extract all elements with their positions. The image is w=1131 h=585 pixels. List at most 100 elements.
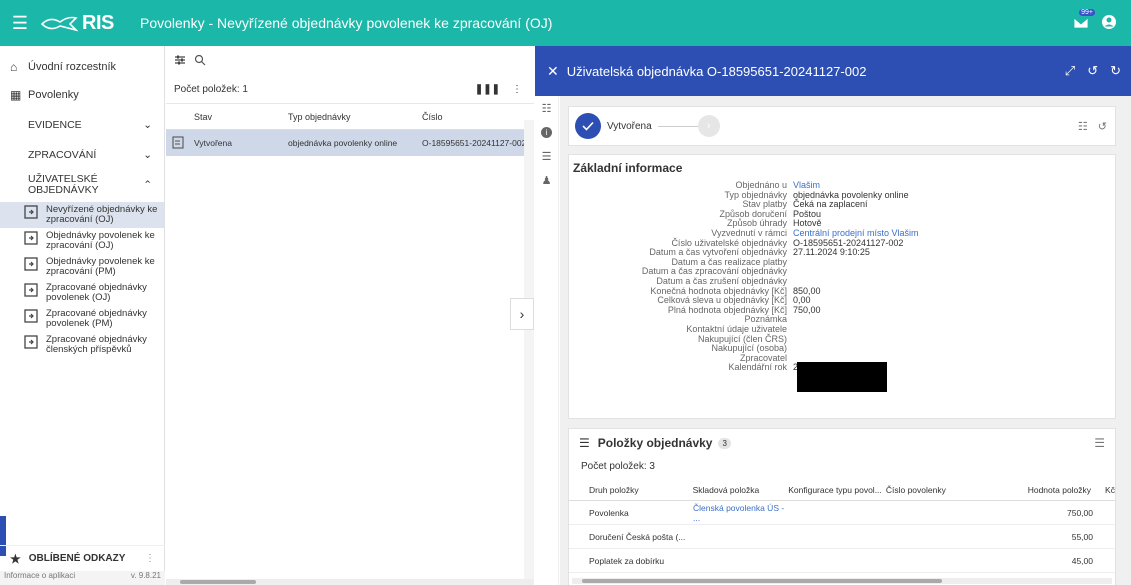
column-header-kc[interactable]: Kč	[1091, 485, 1115, 495]
nav-povolenky[interactable]: ▦ Povolenky	[0, 82, 164, 107]
users-icon[interactable]: ♟	[535, 168, 558, 192]
section-uzivatelske-objednavky[interactable]: UŽIVATELSKÉ OBJEDNÁVKY ⌃	[0, 168, 164, 202]
sidebar-item-objednavky-pm[interactable]: Objednávky povolenek ke zpracování (PM)	[0, 254, 164, 280]
section-title: Základní informace	[573, 161, 683, 175]
menu-icon[interactable]: ☰	[0, 13, 40, 34]
list-icon[interactable]: ☰	[1094, 436, 1115, 450]
order-icon	[24, 231, 38, 245]
list-icon[interactable]: ☰	[535, 144, 558, 168]
info-row: Plná hodnota objednávky [Kč] 750,00	[569, 304, 1109, 316]
sidebar-item-label: Zpracované objednávky povolenek (OJ)	[46, 282, 147, 303]
notifications-badge: 99+	[1079, 8, 1095, 16]
info-row: Konečná hodnota objednávky [Kč] 850,00	[569, 286, 1109, 297]
info-row: Nakupující (člen ČRS)	[569, 334, 1109, 345]
sidebar-item-zpracovane-pm[interactable]: Zpracované objednávky povolenek (PM)	[0, 306, 164, 332]
table-row[interactable]: Povolenka Členská povolenka ÚS - ... 750…	[569, 501, 1115, 525]
sidebar-item-label: Objednávky povolenek ke zpracování (PM)	[46, 256, 155, 277]
cell-druh: Povolenka	[589, 507, 629, 518]
info-value: 750,00	[793, 304, 821, 315]
column-header-sklad[interactable]: Skladová položka	[693, 485, 789, 495]
history-icon[interactable]: ↺	[1098, 120, 1107, 133]
vertical-scrollbar[interactable]	[524, 120, 534, 585]
close-icon[interactable]: ✕	[547, 63, 559, 80]
refresh-icon[interactable]: ↻	[1110, 63, 1121, 79]
sidebar-item-zpracovane-oj[interactable]: Zpracované objednávky povolenek (OJ)	[0, 280, 164, 306]
status-label: Vytvořena	[607, 120, 652, 132]
check-icon	[575, 113, 601, 139]
column-header-druh[interactable]: Druh položky	[569, 485, 693, 495]
nav-home-label: Úvodní rozcestník	[28, 60, 117, 73]
user-icon[interactable]	[1101, 14, 1117, 33]
fish-logo-icon	[40, 16, 78, 32]
detail-header: ✕ Uživatelská objednávka O-18595651-2024…	[535, 46, 1131, 96]
sidebar: ⌂ Úvodní rozcestník ▦ Povolenky EVIDENCE…	[0, 46, 165, 585]
items-title: Položky objednávky	[597, 436, 713, 450]
detail-toolbar: ☷ i ☰ ♟	[535, 96, 559, 585]
columns-icon[interactable]: ❚❚❚	[475, 84, 500, 95]
notifications-icon[interactable]: 99+	[1073, 8, 1095, 32]
table-row[interactable]: Vytvořena objednávka povolenky online O-…	[166, 130, 534, 156]
chevron-down-icon: ⌄	[143, 119, 152, 131]
info-row: Způsob doručení Poštou	[569, 209, 1109, 220]
grid-icon: ▦	[10, 87, 22, 102]
horizontal-scrollbar[interactable]	[572, 578, 1112, 584]
table-row[interactable]: Poplatek za dobírku 45,00	[569, 549, 1115, 573]
detail-panel: Vytvořena › ☷ ↺ Základní informace Objed…	[560, 96, 1131, 585]
sidebar-item-objednavky-oj[interactable]: Objednávky povolenek ke zpracování (OJ)	[0, 228, 164, 254]
app-info-link[interactable]: Informace o aplikaci	[4, 571, 75, 585]
chevron-up-icon: ⌃	[143, 179, 152, 191]
filter-icon[interactable]	[174, 54, 186, 69]
cell-hodnota: 45,00	[1071, 555, 1093, 566]
order-icon	[24, 283, 38, 297]
sidebar-item-clenske-prispevky[interactable]: Zpracované objednávky členských příspěvk…	[0, 332, 164, 358]
column-header-konfigurace[interactable]: Konfigurace typu povol...	[788, 485, 886, 495]
info-icon[interactable]: i	[535, 120, 558, 144]
info-row: Datum a čas zpracování objednávky	[569, 267, 1109, 277]
cell-sklad-link[interactable]: Členská povolenka ÚS - ...	[693, 503, 789, 523]
filter-icon[interactable]: ☷	[1078, 120, 1088, 133]
table-row[interactable]: Doručení Česká pošta (... 55,00	[569, 525, 1115, 549]
info-key: Kalendářní rok	[728, 362, 787, 373]
items-header: Druh položky Skladová položka Konfigurac…	[569, 479, 1115, 501]
filter-icon[interactable]: ☷	[535, 96, 558, 120]
collapse-panel-button[interactable]: ›	[510, 298, 534, 330]
expand-icon[interactable]: ⤢	[1065, 63, 1075, 79]
cell-druh: Poplatek za dobírku	[589, 555, 665, 566]
more-icon[interactable]: ⋮	[145, 553, 155, 564]
list-count: Počet položek: 1	[174, 84, 248, 95]
sidebar-item-nevyrizene-oj[interactable]: Nevyřízené objednávky ke zpracování (OJ)	[0, 202, 164, 228]
column-header-cislo[interactable]: Číslo povolenky	[886, 485, 988, 495]
star-icon: ★	[10, 551, 21, 566]
section-label: EVIDENCE	[28, 119, 82, 131]
list-header: Stav Typ objednávky Číslo	[166, 104, 534, 130]
section-evidence[interactable]: EVIDENCE ⌄	[0, 112, 164, 138]
order-items-card: ☰ Položky objednávky 3 ☰ Počet položek: …	[568, 428, 1116, 585]
home-icon: ⌂	[10, 59, 18, 74]
cell-hodnota: 55,00	[1071, 531, 1093, 542]
more-icon[interactable]: ⋮	[512, 84, 522, 95]
document-icon	[166, 135, 194, 151]
sidebar-item-label: Objednávky povolenek ke zpracování (OJ)	[46, 230, 155, 251]
favorites-section[interactable]: ★ OBLÍBENÉ ODKAZY ⋮	[0, 545, 165, 571]
next-step-icon: ›	[697, 115, 720, 137]
order-icon	[24, 205, 38, 219]
column-header-stav[interactable]: Stav	[194, 112, 288, 122]
sidebar-item-label: Zpracované objednávky členských příspěvk…	[46, 334, 147, 355]
chevron-down-icon: ⌄	[143, 149, 152, 161]
info-row: Kontaktní údaje uživatele	[569, 324, 1109, 335]
info-row: Celková sleva u objednávky [Kč] 0,00	[569, 296, 1109, 306]
horizontal-scrollbar[interactable]	[166, 579, 534, 585]
column-header-hodnota[interactable]: Hodnota položky	[987, 485, 1091, 495]
history-icon[interactable]: ↺	[1087, 63, 1098, 79]
list-icon: ☰	[579, 436, 590, 450]
nav-home[interactable]: ⌂ Úvodní rozcestník	[0, 54, 164, 79]
info-row: Nakupující (osoba)	[569, 343, 1109, 354]
search-icon[interactable]	[194, 54, 206, 69]
section-label: ZPRACOVÁNÍ	[28, 149, 97, 161]
app-logo[interactable]: RIS	[40, 12, 140, 35]
column-header-cislo[interactable]: Číslo	[422, 112, 527, 122]
section-zpracovani[interactable]: ZPRACOVÁNÍ ⌄	[0, 142, 164, 168]
column-header-typ[interactable]: Typ objednávky	[288, 112, 422, 122]
cell-hodnota: 750,00	[1067, 507, 1093, 518]
favorites-label: OBLÍBENÉ ODKAZY	[28, 553, 126, 564]
